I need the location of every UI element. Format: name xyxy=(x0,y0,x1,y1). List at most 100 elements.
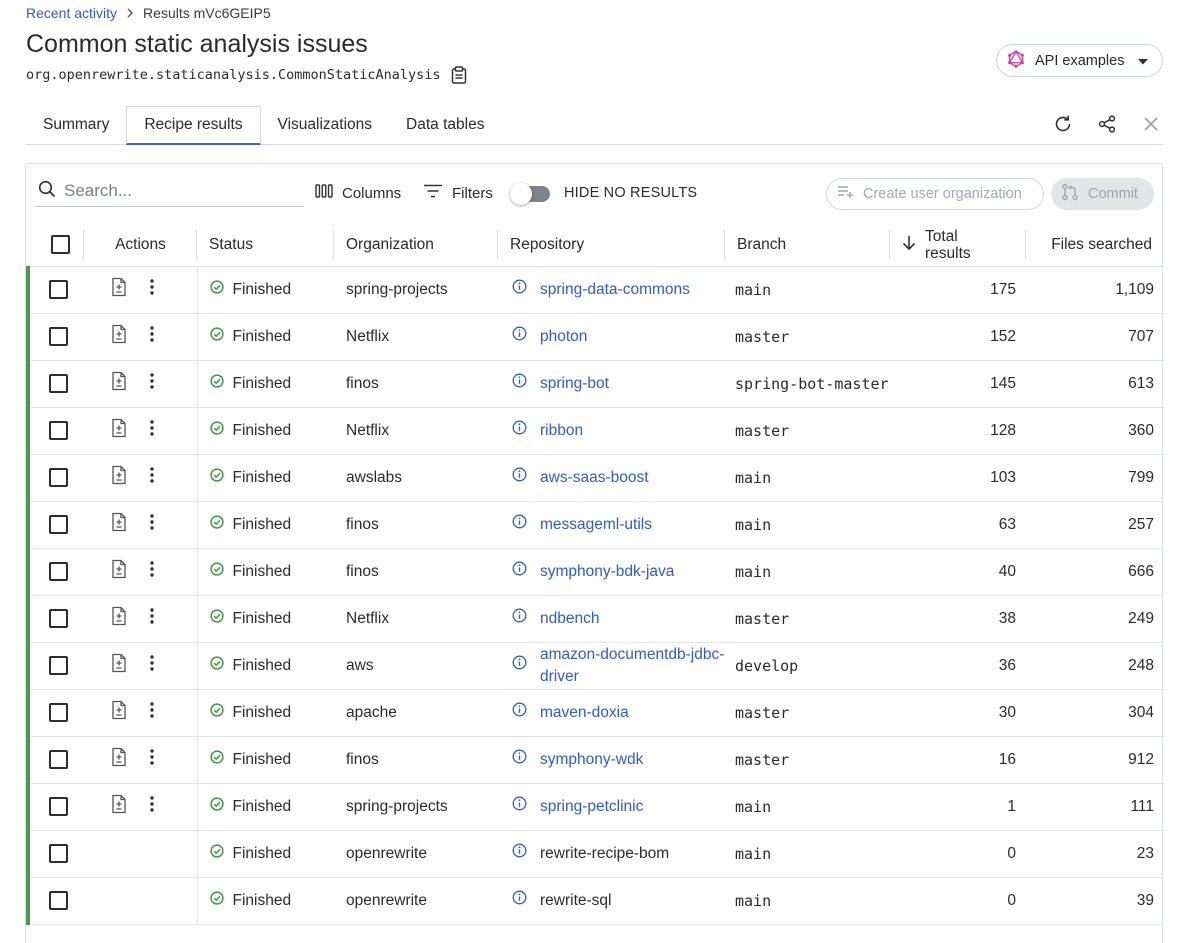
row-checkbox[interactable] xyxy=(49,468,68,487)
table-row[interactable]: Finished Netflix photon master 152 707 xyxy=(26,313,1164,361)
row-checkbox[interactable] xyxy=(49,891,68,910)
more-options-icon[interactable] xyxy=(150,796,154,817)
info-icon[interactable] xyxy=(512,608,527,630)
repository-link[interactable]: amazon-documentdb-jdbc-driver xyxy=(540,644,725,688)
row-checkbox[interactable] xyxy=(49,421,68,440)
info-icon[interactable] xyxy=(512,843,527,865)
header-status[interactable]: Status xyxy=(197,224,334,267)
commit-button[interactable]: Commit xyxy=(1051,178,1154,210)
table-row[interactable]: Finished aws amazon-documentdb-jdbc-driver… xyxy=(26,642,1164,690)
repository-link[interactable]: spring-data-commons xyxy=(540,279,690,301)
table-row[interactable]: Finished spring-projects spring-data-commo… xyxy=(26,266,1164,314)
header-branch[interactable]: Branch xyxy=(725,224,890,267)
repository-link[interactable]: spring-petclinic xyxy=(540,796,643,818)
info-icon[interactable] xyxy=(512,561,527,583)
repository-link[interactable]: messageml-utils xyxy=(540,514,652,536)
more-options-icon[interactable] xyxy=(150,749,154,770)
create-user-organization-button[interactable]: Create user organization xyxy=(826,178,1044,210)
repository-link[interactable]: spring-bot xyxy=(540,373,609,395)
more-options-icon[interactable] xyxy=(150,608,154,629)
table-row[interactable]: Finished finos messageml-utils main 63 257 xyxy=(26,501,1164,549)
row-checkbox[interactable] xyxy=(49,844,68,863)
share-icon[interactable] xyxy=(1095,112,1119,136)
row-checkbox[interactable] xyxy=(49,656,68,675)
row-checkbox[interactable] xyxy=(49,280,68,299)
header-files-searched[interactable]: Files searched xyxy=(1026,224,1164,267)
table-row[interactable]: Finished finos spring-bot spring-bot-master… xyxy=(26,360,1164,408)
hide-no-results-toggle[interactable] xyxy=(510,183,550,205)
repository-link[interactable]: symphony-wdk xyxy=(540,749,643,771)
row-checkbox[interactable] xyxy=(49,750,68,769)
repository-link[interactable]: photon xyxy=(540,326,587,348)
repository-link[interactable]: ribbon xyxy=(540,420,583,442)
repository-link[interactable]: symphony-bdk-java xyxy=(540,561,674,583)
more-options-icon[interactable] xyxy=(150,655,154,676)
view-diff-icon[interactable] xyxy=(110,653,128,678)
info-icon[interactable] xyxy=(512,749,527,771)
repository-link[interactable]: rewrite-recipe-bom xyxy=(540,843,669,865)
more-options-icon[interactable] xyxy=(150,467,154,488)
view-diff-icon[interactable] xyxy=(110,794,128,819)
table-row[interactable]: Finished finos symphony-wdk master 16 912 xyxy=(26,736,1164,784)
sort-descending-icon[interactable] xyxy=(902,235,916,255)
table-row[interactable]: Finished openrewrite rewrite-sql main 0 39 xyxy=(26,877,1164,925)
view-diff-icon[interactable] xyxy=(110,324,128,349)
more-options-icon[interactable] xyxy=(150,420,154,441)
info-icon[interactable] xyxy=(512,373,527,395)
tab-summary[interactable]: Summary xyxy=(26,106,126,144)
row-checkbox[interactable] xyxy=(49,327,68,346)
header-total-results[interactable]: Total results xyxy=(890,224,1026,267)
table-row[interactable]: Finished spring-projects spring-petclinic m… xyxy=(26,783,1164,831)
view-diff-icon[interactable] xyxy=(110,465,128,490)
row-checkbox[interactable] xyxy=(49,515,68,534)
view-diff-icon[interactable] xyxy=(110,606,128,631)
info-icon[interactable] xyxy=(512,702,527,724)
repository-link[interactable]: rewrite-sql xyxy=(540,890,611,912)
refresh-icon[interactable] xyxy=(1051,112,1075,136)
more-options-icon[interactable] xyxy=(150,373,154,394)
repository-link[interactable]: maven-doxia xyxy=(540,702,629,724)
row-checkbox[interactable] xyxy=(49,609,68,628)
info-icon[interactable] xyxy=(512,326,527,348)
info-icon[interactable] xyxy=(512,514,527,536)
more-options-icon[interactable] xyxy=(150,561,154,582)
repository-link[interactable]: aws-saas-boost xyxy=(540,467,649,489)
more-options-icon[interactable] xyxy=(150,514,154,535)
view-diff-icon[interactable] xyxy=(110,512,128,537)
view-diff-icon[interactable] xyxy=(110,747,128,772)
tab-visualizations[interactable]: Visualizations xyxy=(261,106,390,144)
repository-link[interactable]: ndbench xyxy=(540,608,599,630)
info-icon[interactable] xyxy=(512,890,527,912)
tab-recipe-results[interactable]: Recipe results xyxy=(126,106,261,145)
table-row[interactable]: Finished apache maven-doxia master 30 304 xyxy=(26,689,1164,737)
info-icon[interactable] xyxy=(512,420,527,442)
tab-data-tables[interactable]: Data tables xyxy=(389,106,501,144)
view-diff-icon[interactable] xyxy=(110,371,128,396)
view-diff-icon[interactable] xyxy=(110,559,128,584)
table-row[interactable]: Finished Netflix ribbon master 128 360 xyxy=(26,407,1164,455)
more-options-icon[interactable] xyxy=(150,279,154,300)
header-repository[interactable]: Repository xyxy=(498,224,725,267)
copy-icon[interactable] xyxy=(451,66,467,84)
view-diff-icon[interactable] xyxy=(110,418,128,443)
table-row[interactable]: Finished finos symphony-bdk-java main 40 666 xyxy=(26,548,1164,596)
columns-button[interactable]: Columns xyxy=(315,184,401,202)
table-row[interactable]: Finished awslabs aws-saas-boost main 103 799 xyxy=(26,454,1164,502)
api-examples-button[interactable]: API examples xyxy=(996,44,1163,77)
table-row[interactable]: Finished Netflix ndbench master 38 249 xyxy=(26,595,1164,643)
row-checkbox[interactable] xyxy=(49,562,68,581)
row-checkbox[interactable] xyxy=(49,703,68,722)
breadcrumb-recent-activity[interactable]: Recent activity xyxy=(26,5,117,21)
info-icon[interactable] xyxy=(512,467,527,489)
view-diff-icon[interactable] xyxy=(110,277,128,302)
close-icon[interactable] xyxy=(1139,112,1163,136)
search-input[interactable] xyxy=(64,181,284,201)
more-options-icon[interactable] xyxy=(150,702,154,723)
info-icon[interactable] xyxy=(512,796,527,818)
filters-button[interactable]: Filters xyxy=(423,184,493,202)
row-checkbox[interactable] xyxy=(49,797,68,816)
info-icon[interactable] xyxy=(512,655,527,677)
info-icon[interactable] xyxy=(512,279,527,301)
table-row[interactable]: Finished openrewrite rewrite-recipe-bom mai… xyxy=(26,830,1164,878)
header-organization[interactable]: Organization xyxy=(334,224,498,267)
